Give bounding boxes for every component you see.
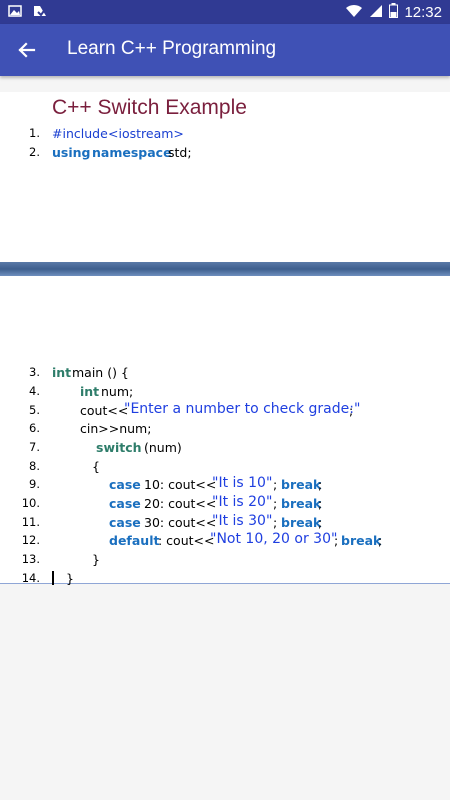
code-text: ; <box>349 403 354 418</box>
keyword: int <box>52 365 72 380</box>
include-header: <iostream> <box>108 126 184 141</box>
signal-icon <box>369 4 383 22</box>
code-text: 20: cout<< <box>144 496 217 511</box>
line-number: 5. <box>29 403 40 417</box>
keyword: case <box>109 477 141 492</box>
code-text: main () { <box>72 365 129 380</box>
code-line-13: 13. } <box>0 552 450 570</box>
battery-icon <box>389 3 399 22</box>
string-literal: "It is 20" <box>212 494 273 510</box>
keyword: int <box>80 384 100 399</box>
code-line-7: 7. switch (num) <box>0 440 450 458</box>
code-text: ; <box>334 533 339 548</box>
keyword: break <box>341 533 382 548</box>
code-text: : cout<< <box>158 533 215 548</box>
line-number: 14. <box>21 571 40 585</box>
line-number: 11. <box>21 515 40 529</box>
text-cursor <box>52 571 54 585</box>
status-time: 12:32 <box>404 4 442 21</box>
code-text: } <box>92 552 100 567</box>
app-bar: Learn C++ Programming <box>0 24 450 76</box>
code-text: ; <box>318 496 323 511</box>
keyword: break <box>281 496 322 511</box>
line-number: 1. <box>29 126 40 140</box>
image-icon <box>8 4 22 23</box>
status-bar: 12:32 <box>0 0 450 24</box>
code-line-5: 5. cout<< "Enter a number to check grade… <box>0 401 450 419</box>
code-text: num; <box>101 384 134 399</box>
line-number: 7. <box>29 440 40 454</box>
line-number: 9. <box>29 477 40 491</box>
code-line-4: 4. int num; <box>0 384 450 402</box>
line-number: 8. <box>29 459 40 473</box>
code-text: (num) <box>144 440 182 455</box>
code-line-10: 10. case 20: cout<< "It is 20" ; break ; <box>0 494 450 512</box>
code-text: cin>>num; <box>80 421 152 436</box>
string-literal: "It is 30" <box>212 513 273 529</box>
code-text: { <box>92 459 100 474</box>
keyword: break <box>281 515 322 530</box>
code-line-3: 3. int main () { <box>0 365 450 383</box>
section-divider <box>0 262 450 276</box>
example-title: C++ Switch Example <box>52 96 247 119</box>
status-left-icons <box>8 4 48 23</box>
keyword: case <box>109 515 141 530</box>
line-number: 12. <box>21 533 40 547</box>
code-text: ; <box>273 477 278 492</box>
code-text: ; <box>318 515 323 530</box>
string-literal: "It is 10" <box>212 475 273 491</box>
line-number: 2. <box>29 145 40 159</box>
code-text: 30: cout<< <box>144 515 217 530</box>
code-line-14: 14. } <box>0 571 450 589</box>
code-text: ; <box>318 477 323 492</box>
string-literal: "Enter a number to check grade:" <box>124 401 361 417</box>
line-number: 3. <box>29 365 40 379</box>
keyword: namespace <box>92 145 172 160</box>
line-number: 10. <box>21 496 40 510</box>
line-number: 6. <box>29 421 40 435</box>
app-title: Learn C++ Programming <box>67 38 277 59</box>
line-number: 13. <box>21 552 40 566</box>
code-line-11: 11. case 30: cout<< "It is 30" ; break ; <box>0 513 450 531</box>
status-right: 12:32 <box>345 3 442 22</box>
arrow-left-icon <box>18 42 36 58</box>
keyword: break <box>281 477 322 492</box>
string-literal: "Not 10, 20 or 30" <box>210 531 338 547</box>
code-text: 10: cout<< <box>144 477 217 492</box>
keyword: default <box>109 533 160 548</box>
code-text: ; <box>273 515 278 530</box>
code-line-1: 1. #include <iostream> <box>0 126 450 144</box>
code-text: } <box>66 571 74 586</box>
include-directive: #include <box>52 126 108 141</box>
line-number: 4. <box>29 384 40 398</box>
keyword: case <box>109 496 141 511</box>
code-text: std; <box>168 145 192 160</box>
keyword: switch <box>96 440 142 455</box>
code-line-6: 6. cin>>num; <box>0 421 450 439</box>
keyword: using <box>52 145 91 160</box>
wifi-icon <box>345 4 363 22</box>
code-text: ; <box>378 533 383 548</box>
back-button[interactable] <box>14 37 40 63</box>
notification-icon <box>32 4 48 23</box>
code-line-2: 2. using namespace std; <box>0 145 450 163</box>
code-line-12: 12. default : cout<< "Not 10, 20 or 30" … <box>0 531 450 549</box>
code-text: cout<< <box>80 403 129 418</box>
code-text: ; <box>273 496 278 511</box>
code-line-9: 9. case 10: cout<< "It is 10" ; break ; <box>0 475 450 493</box>
